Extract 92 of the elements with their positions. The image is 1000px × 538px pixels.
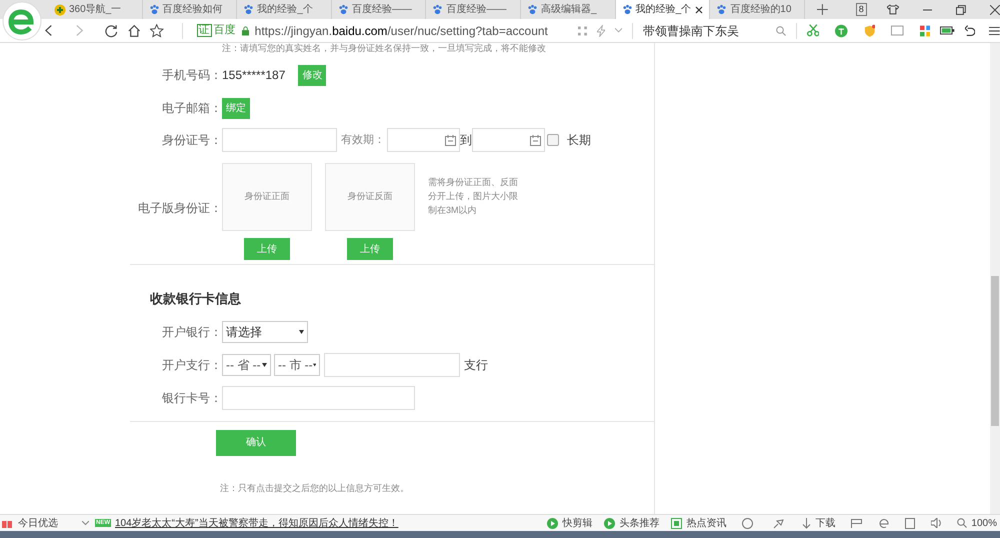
battery-icon[interactable] <box>940 26 955 35</box>
to-label: 到 <box>460 132 472 149</box>
menu-icon[interactable] <box>989 26 1000 36</box>
section-heading: 收款银行卡信息 <box>150 290 242 308</box>
input-field[interactable] <box>222 128 337 152</box>
paw-icon <box>622 4 633 15</box>
search-icon[interactable] <box>776 26 786 36</box>
field-label: 手机号码： <box>161 67 222 84</box>
lightning-icon[interactable] <box>596 24 605 36</box>
caret-icon <box>299 330 304 334</box>
status-link[interactable]: 快剪辑 <box>562 516 592 530</box>
window-icon[interactable] <box>851 518 862 528</box>
close-icon[interactable] <box>990 4 1000 14</box>
apps-icon[interactable] <box>920 24 930 36</box>
lock-icon <box>242 26 249 36</box>
checkbox[interactable] <box>547 134 559 146</box>
paw-icon <box>527 4 538 15</box>
field-label: 电子邮箱： <box>161 100 222 117</box>
zoom-level[interactable]: 100% <box>971 516 997 530</box>
news-icon <box>671 518 682 528</box>
caret-icon[interactable] <box>614 28 622 33</box>
download-label[interactable]: 下载 <box>815 516 836 530</box>
paw-icon <box>716 4 728 15</box>
screenshot-icon[interactable] <box>891 24 904 36</box>
input-field[interactable] <box>222 386 415 410</box>
ie-icon[interactable] <box>878 518 890 528</box>
field-label: 开户银行： <box>161 324 222 340</box>
grid-icon[interactable] <box>578 26 587 36</box>
status-link[interactable]: 今日优选 <box>18 516 58 530</box>
minimize-icon[interactable] <box>922 8 932 10</box>
paw-icon <box>338 4 349 15</box>
url-text[interactable]: https://jingyan.baidu.com/user/nuc/setting?tab=account <box>254 22 548 38</box>
tab-count[interactable]: 8 <box>856 3 867 16</box>
date-field[interactable] <box>387 128 460 152</box>
translate-icon[interactable] <box>835 24 848 38</box>
date-field[interactable] <box>472 128 545 152</box>
back-icon[interactable] <box>45 24 52 37</box>
caret-icon <box>312 362 316 366</box>
play-icon <box>547 518 558 528</box>
phone-number: 155*****187 <box>222 67 286 84</box>
star-icon[interactable] <box>150 23 164 38</box>
pin-icon[interactable] <box>773 518 784 528</box>
caret-icon <box>262 362 267 366</box>
browser-tab[interactable]: 我的经验_个 <box>237 0 332 19</box>
field-label: 开户支行： <box>161 356 222 374</box>
home-icon[interactable] <box>128 24 140 38</box>
play-icon <box>604 518 616 528</box>
page-icon[interactable] <box>905 518 916 528</box>
field-label: 身份证号： <box>161 132 222 149</box>
new-tab-icon[interactable] <box>816 4 828 15</box>
checkbox-label: 长期 <box>567 132 591 149</box>
restore-icon[interactable] <box>956 4 966 14</box>
paw-icon <box>432 4 444 15</box>
browser-tab[interactable]: 百度经验的10 <box>710 0 805 19</box>
calendar-icon[interactable] <box>445 134 456 146</box>
shield-icon[interactable] <box>864 24 876 38</box>
note-text: 注：只有点击提交之后您的以上信息方可生效。 <box>220 482 410 494</box>
field-label: 银行卡号： <box>161 390 222 406</box>
shirt-icon[interactable] <box>886 4 898 15</box>
search-field[interactable]: 带领曹操南下东吴 <box>642 22 786 40</box>
paw-icon <box>243 4 254 15</box>
hint-text: 需将身份证正面、反面分开上传，图片大小限制在3M以内 <box>428 176 519 217</box>
speed-icon[interactable] <box>742 518 754 528</box>
calendar-icon[interactable] <box>530 134 541 146</box>
scrollbar-thumb[interactable] <box>991 276 999 426</box>
browser-tab[interactable]: 360导航_一 <box>48 0 143 19</box>
field-label: 电子版身份证： <box>138 200 222 217</box>
close-icon[interactable] <box>695 6 704 14</box>
status-link[interactable]: 热点资讯 <box>686 516 726 530</box>
news-link[interactable]: 104岁老太太“大寿”当天被警察带走，得知原因后众人情绪失控！ <box>115 516 398 530</box>
status-link[interactable]: 头条推荐 <box>619 516 660 530</box>
reload-icon[interactable] <box>105 24 118 38</box>
zoom-icon[interactable] <box>957 518 968 528</box>
scissors-icon[interactable] <box>806 24 820 37</box>
speaker-icon[interactable] <box>931 518 944 528</box>
chevron-icon[interactable] <box>82 520 89 526</box>
verified-badge: 证 <box>196 24 212 37</box>
browser-tab[interactable]: 我的经验_个 <box>616 0 710 19</box>
download-icon[interactable] <box>802 518 812 528</box>
paw-icon <box>148 4 160 15</box>
select-field[interactable]: -- 省 -- <box>222 354 271 376</box>
browser-tab[interactable]: 百度经验如何 <box>142 0 238 19</box>
select-field[interactable]: -- 市 -- <box>274 354 320 376</box>
browser-tab[interactable]: 百度经验—— <box>332 0 426 19</box>
undo-icon[interactable] <box>964 24 976 36</box>
note-text: 注：请填写您的真实姓名，并与身份证姓名保持一致，一旦填写完成，将不能修改 <box>221 43 547 55</box>
suffix-label: 支行 <box>464 356 488 374</box>
site-name: 百度 <box>214 22 236 38</box>
select-field[interactable]: 请选择 <box>222 320 308 342</box>
field-label: 有效期： <box>341 132 385 148</box>
input-field[interactable] <box>324 352 460 376</box>
browser-tab[interactable]: 百度经验—— <box>426 0 522 19</box>
